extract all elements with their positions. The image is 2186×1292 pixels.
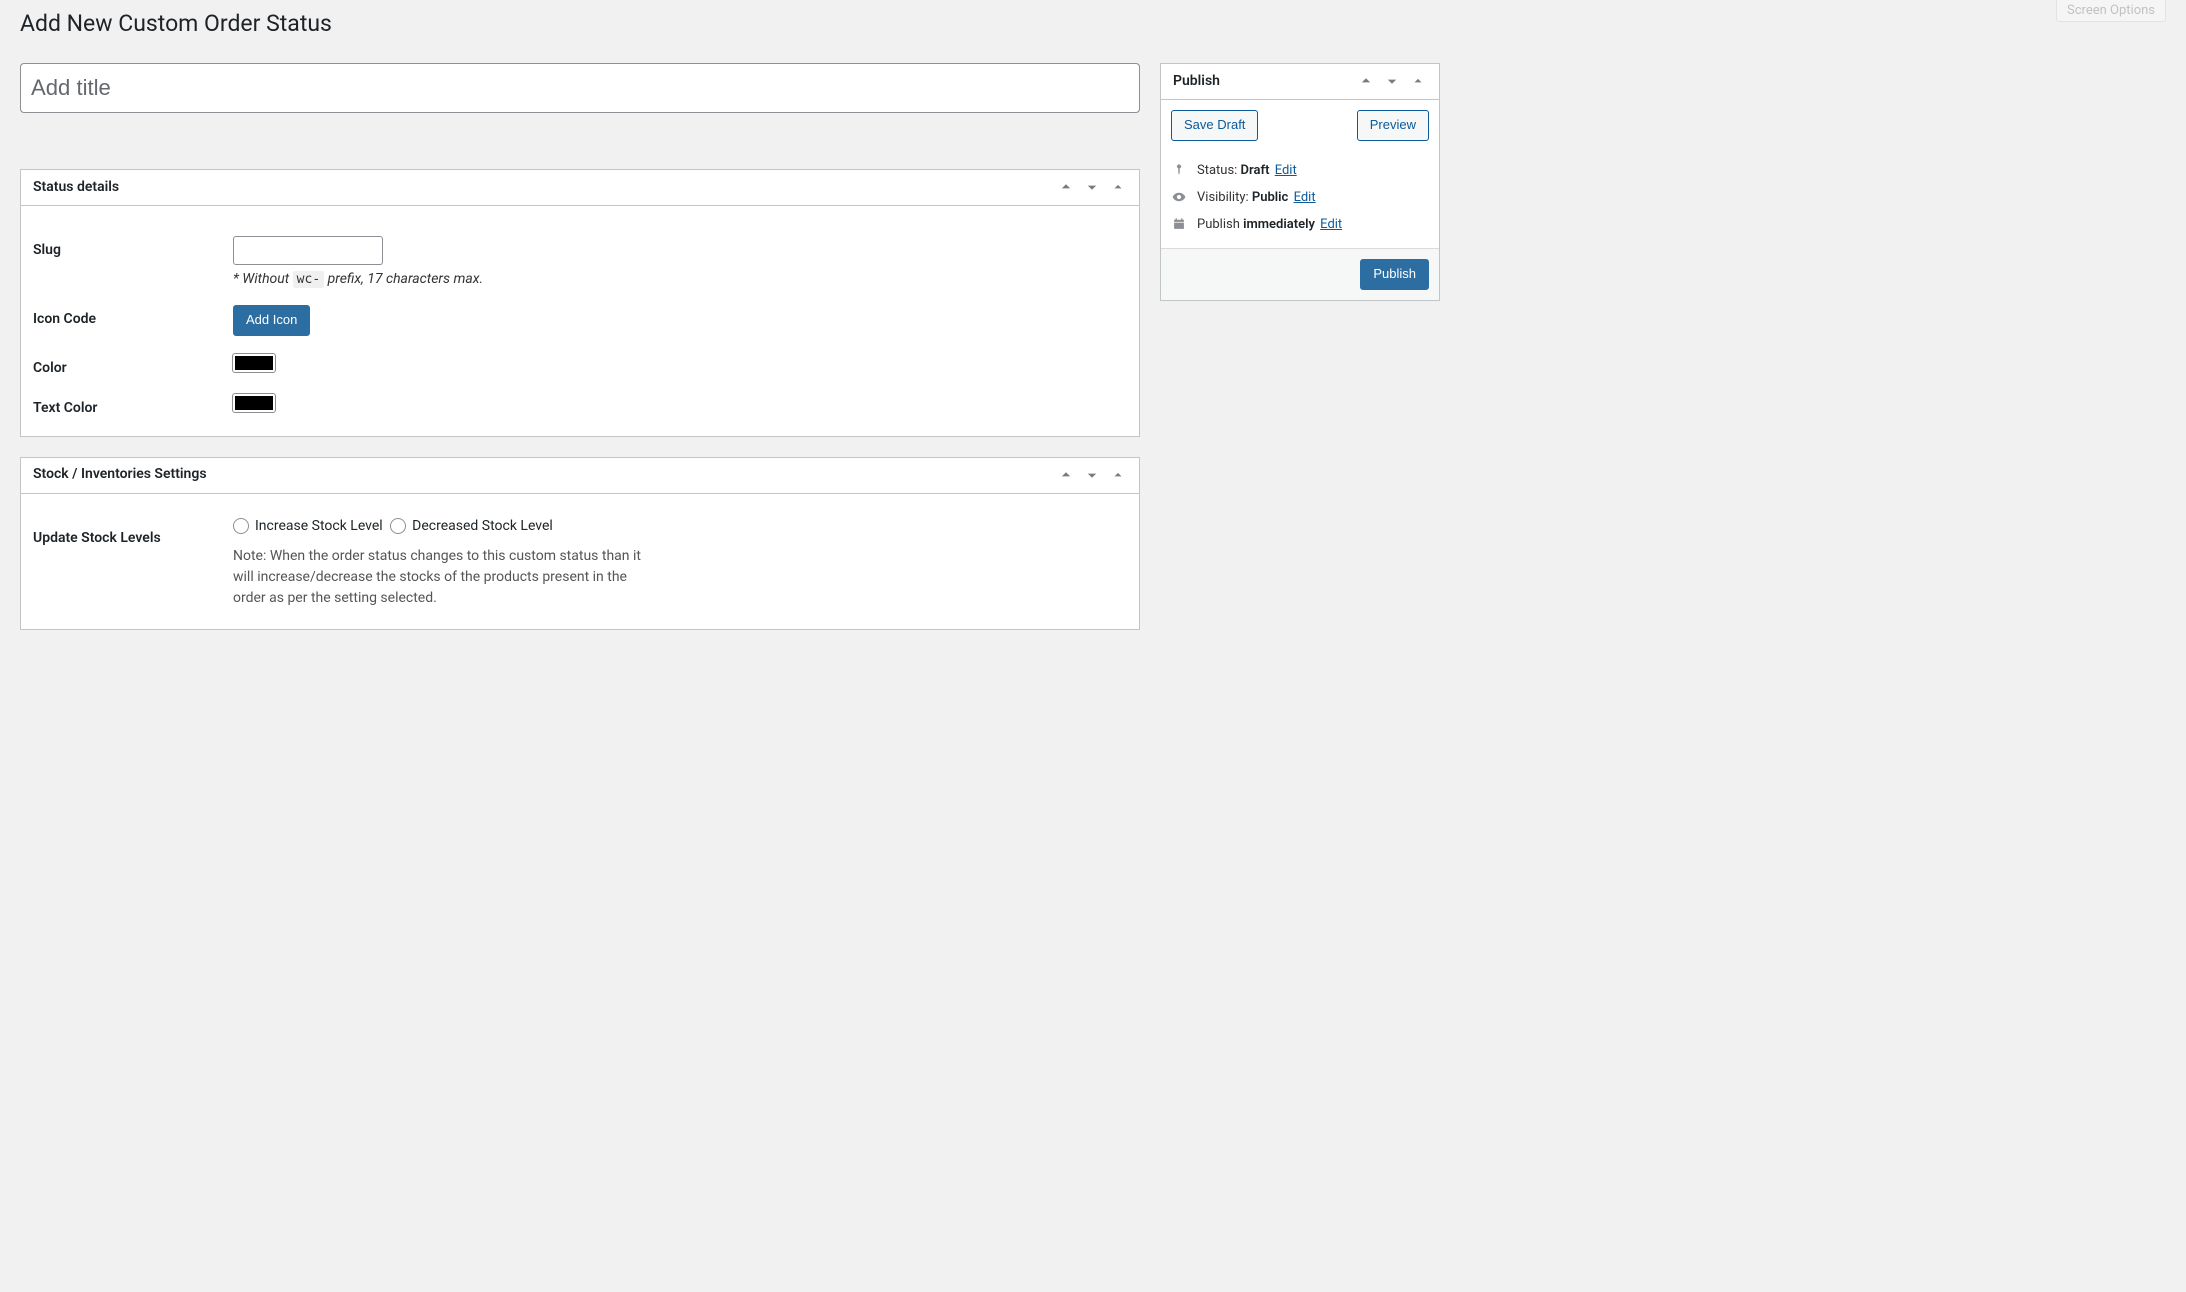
edit-status-link[interactable]: Edit — [1275, 163, 1297, 178]
color-label: Color — [33, 354, 233, 376]
decrease-stock-radio[interactable]: Decreased Stock Level — [390, 518, 553, 534]
schedule-label: Publish immediately Edit — [1197, 217, 1342, 232]
edit-visibility-link[interactable]: Edit — [1294, 190, 1316, 205]
panel-move-up-icon[interactable] — [1053, 169, 1079, 205]
panel-move-up-icon[interactable] — [1053, 457, 1079, 493]
stock-settings-heading: Stock / Inventories Settings — [33, 465, 207, 485]
panel-toggle-icon[interactable] — [1405, 63, 1431, 99]
publish-heading: Publish — [1173, 72, 1220, 92]
status-details-box: Status details Slug * Without wc- prefi — [20, 169, 1140, 437]
radio-icon — [233, 518, 249, 534]
icon-code-label: Icon Code — [33, 305, 233, 327]
calendar-icon — [1171, 217, 1187, 231]
slug-hint: * Without wc- prefix, 17 characters max. — [233, 271, 1127, 287]
slug-label: Slug — [33, 236, 233, 258]
panel-toggle-icon[interactable] — [1105, 169, 1131, 205]
panel-move-down-icon[interactable] — [1379, 63, 1405, 99]
eye-icon — [1171, 190, 1187, 204]
title-input[interactable] — [20, 63, 1140, 113]
edit-schedule-link[interactable]: Edit — [1320, 217, 1342, 232]
panel-toggle-icon[interactable] — [1105, 457, 1131, 493]
page-title: Add New Custom Order Status — [20, 0, 1440, 43]
visibility-label: Visibility: Public Edit — [1197, 190, 1316, 205]
status-details-heading: Status details — [33, 178, 119, 198]
add-icon-button[interactable]: Add Icon — [233, 305, 310, 336]
radio-icon — [390, 518, 406, 534]
publish-box: Publish Save Draft Preview — [1160, 63, 1440, 301]
stock-settings-box: Stock / Inventories Settings Update Stoc… — [20, 457, 1140, 630]
screen-options-tab[interactable]: Screen Options — [2056, 0, 2166, 22]
increase-stock-radio[interactable]: Increase Stock Level — [233, 518, 383, 534]
update-stock-label: Update Stock Levels — [33, 524, 233, 546]
panel-move-up-icon[interactable] — [1353, 63, 1379, 99]
text-color-swatch[interactable] — [233, 394, 275, 412]
stock-note: Note: When the order status changes to t… — [233, 546, 663, 609]
color-swatch[interactable] — [233, 354, 275, 372]
status-label: Status: Draft Edit — [1197, 163, 1297, 178]
slug-input[interactable] — [233, 236, 383, 265]
publish-button[interactable]: Publish — [1360, 259, 1429, 290]
pin-icon — [1171, 163, 1187, 177]
panel-move-down-icon[interactable] — [1079, 457, 1105, 493]
text-color-label: Text Color — [33, 394, 233, 416]
save-draft-button[interactable]: Save Draft — [1171, 110, 1258, 141]
preview-button[interactable]: Preview — [1357, 110, 1429, 141]
panel-move-down-icon[interactable] — [1079, 169, 1105, 205]
